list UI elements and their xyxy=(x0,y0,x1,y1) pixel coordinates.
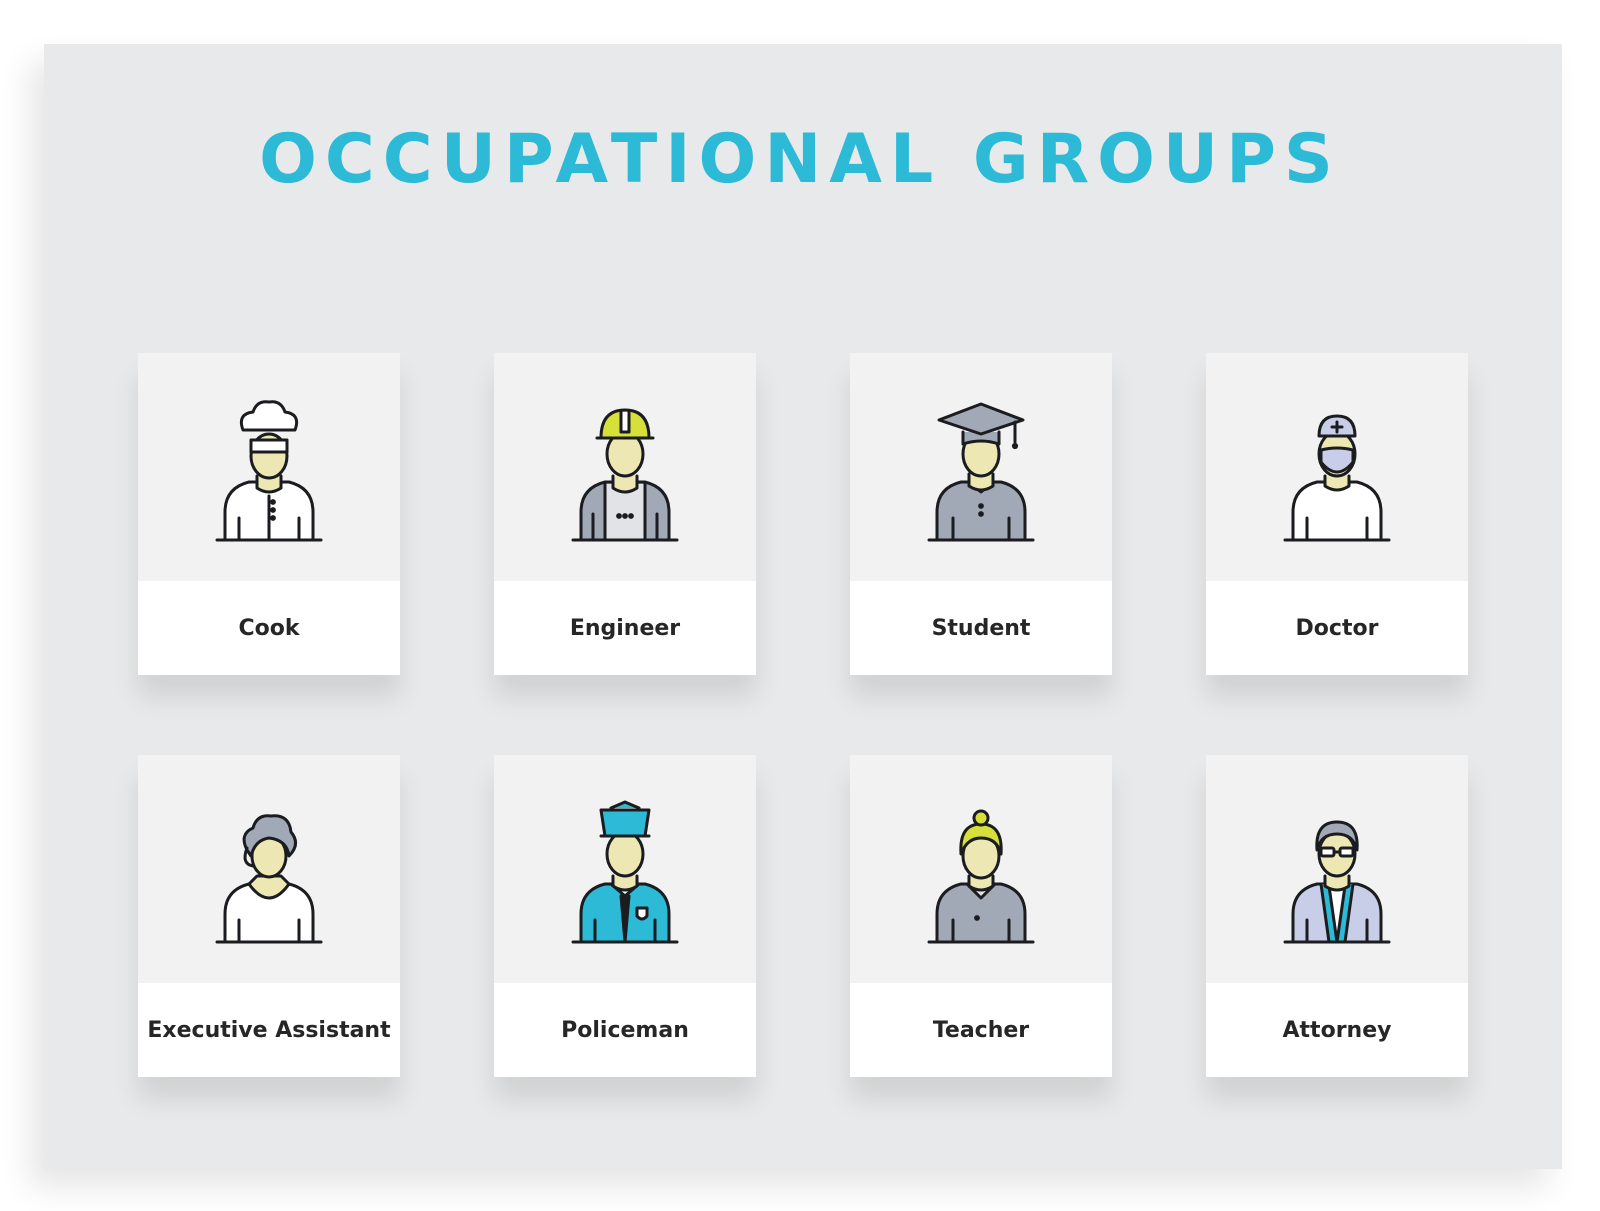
card-label: Doctor xyxy=(1206,581,1468,675)
card-label: Attorney xyxy=(1206,983,1468,1077)
card-doctor[interactable]: Doctor xyxy=(1206,353,1468,675)
executive-assistant-icon xyxy=(215,814,323,944)
attorney-icon xyxy=(1283,820,1391,944)
card-policeman[interactable]: Policeman xyxy=(494,755,756,1077)
card-label: Student xyxy=(850,581,1112,675)
card-label: Teacher xyxy=(850,983,1112,1077)
cook-icon xyxy=(215,400,323,542)
policeman-icon xyxy=(571,800,679,944)
card-label: Policeman xyxy=(494,983,756,1077)
card-label: Engineer xyxy=(494,581,756,675)
card-executive-assistant[interactable]: Executive Assistant xyxy=(138,755,400,1077)
card-engineer[interactable]: Engineer xyxy=(494,353,756,675)
teacher-icon xyxy=(927,809,1035,944)
card-label: Executive Assistant xyxy=(138,983,400,1077)
card-cook[interactable]: Cook xyxy=(138,353,400,675)
card-teacher[interactable]: Teacher xyxy=(850,755,1112,1077)
page-title: OCCUPATIONAL GROUPS xyxy=(259,120,1341,199)
card-student[interactable]: Student xyxy=(850,353,1112,675)
card-attorney[interactable]: Attorney xyxy=(1206,755,1468,1077)
engineer-icon xyxy=(571,408,679,542)
student-icon xyxy=(927,402,1035,542)
card-label: Cook xyxy=(138,581,400,675)
doctor-icon xyxy=(1283,414,1391,542)
